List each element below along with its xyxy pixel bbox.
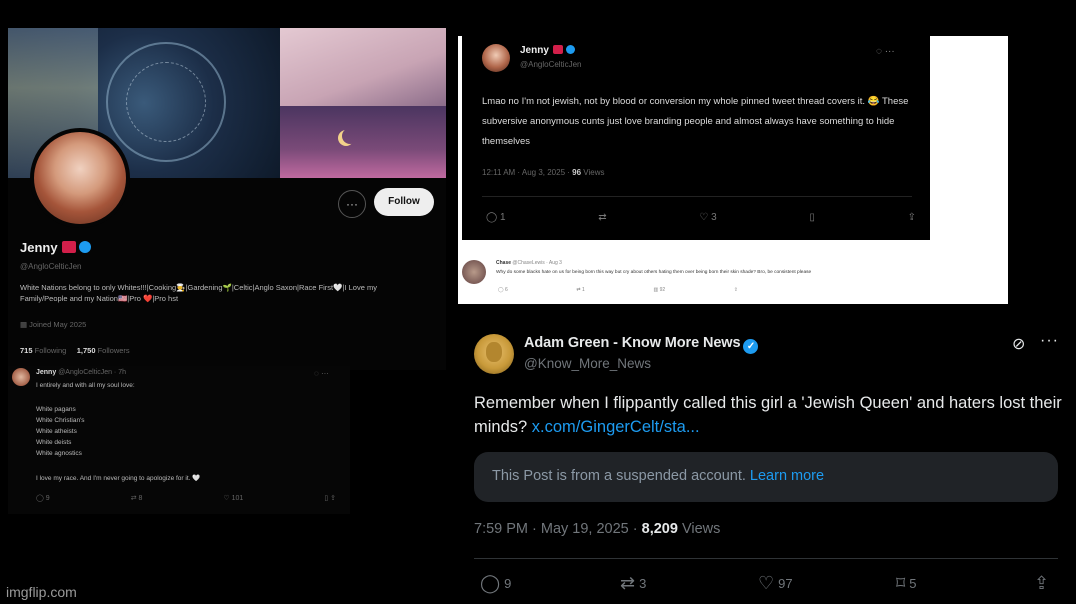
profile-name: Jenny	[20, 240, 91, 255]
tweet-link[interactable]: x.com/GingerCelt/sta...	[532, 418, 700, 436]
quoted-screenshot: Jenny @AngloCelticJen ◌ ··· Lmao no I'm …	[458, 36, 1008, 304]
mini-tweet-header: Jenny @AngloCelticJen · 7h	[36, 369, 126, 376]
grok-icon[interactable]: ⊘	[1012, 334, 1025, 354]
quoted-name: Jenny	[520, 45, 575, 56]
quoted-meta: 12:11 AM · Aug 3, 2025 · 96 Views	[482, 168, 605, 177]
profile-bio: White Nations belong to only Whites!!!|C…	[20, 283, 377, 303]
heart-badge-icon	[552, 45, 563, 54]
repost-icon: ⇄	[620, 573, 636, 593]
quoted-text: Lmao no I'm not jewish, not by blood or …	[482, 96, 909, 147]
like-button[interactable]: ♡ 97	[758, 574, 793, 592]
more-icon: ◌ ···	[876, 46, 895, 57]
heart-badge-icon	[61, 241, 76, 253]
bookmark-icon: ▯	[809, 212, 815, 223]
heart-icon: ♡	[758, 573, 775, 593]
reply-icon: ◯ 1	[486, 212, 506, 223]
like-icon: ♡ 3	[699, 212, 717, 223]
watermark: imgflip.com	[6, 584, 77, 600]
repost-button[interactable]: ⇄ 3	[620, 574, 646, 592]
profile-follow-counts: 715 Following 1,750 Followers	[20, 346, 130, 355]
avatar	[482, 44, 510, 72]
share-button[interactable]: ⇪	[1034, 574, 1049, 592]
profile-handle: @AngloCelticJen	[20, 262, 82, 271]
more-icon: ···	[338, 190, 366, 218]
verified-icon	[565, 45, 575, 54]
avatar	[462, 260, 486, 284]
quoted-reply: Chase @ChaseLewis · Aug 3 Why do some bl…	[462, 254, 1002, 298]
verified-icon: ✓	[743, 339, 759, 354]
share-icon: ⇪	[907, 212, 916, 223]
reply-button[interactable]: ◯ 9	[480, 574, 511, 592]
quoted-dark-tweet: Jenny @AngloCelticJen ◌ ··· Lmao no I'm …	[462, 36, 930, 240]
share-icon: ⇪	[1034, 573, 1050, 593]
author-avatar[interactable]	[474, 334, 514, 374]
divider	[474, 558, 1058, 559]
mini-tweet-screenshot: Jenny @AngloCelticJen · 7h ◌ ··· I entir…	[8, 366, 350, 514]
learn-more-link[interactable]: Learn more	[750, 468, 824, 484]
more-options-icon[interactable]: ···	[1040, 332, 1059, 350]
bookmark-icon: ⌑	[896, 573, 906, 593]
mini-tweet-actions: ◯ 9 ⇄ 8 ♡ 101 ▯ ⇪	[36, 495, 336, 502]
profile-screenshot: ··· Follow Jenny @AngloCelticJen White N…	[8, 28, 446, 370]
bookmark-button[interactable]: ⌑ 5	[896, 574, 916, 592]
author-name[interactable]: Adam Green - Know More News ✓	[524, 335, 759, 354]
repost-icon: ⇄	[598, 212, 607, 223]
reply-icon: ◯	[480, 573, 501, 593]
more-icon: ◌ ···	[314, 369, 329, 378]
moon-icon	[342, 128, 358, 144]
tweet-meta: 7:59 PM · May 19, 2025 · 8,209 Views	[474, 521, 721, 537]
avatar	[12, 368, 30, 386]
profile-joined: ▦ Joined May 2025	[20, 320, 87, 329]
suspended-post-card: This Post is from a suspended account. L…	[474, 452, 1058, 502]
quoted-actions: ◯ 1 ⇄ ♡ 3 ▯ ⇪	[486, 212, 916, 223]
author-handle[interactable]: @Know_More_News	[524, 356, 651, 371]
quoted-handle: @AngloCelticJen	[520, 60, 582, 69]
follow-button: Follow	[374, 188, 434, 216]
verified-icon	[78, 241, 91, 253]
profile-avatar	[30, 128, 130, 228]
tweet-text: Remember when I flippantly called this g…	[474, 394, 1062, 436]
